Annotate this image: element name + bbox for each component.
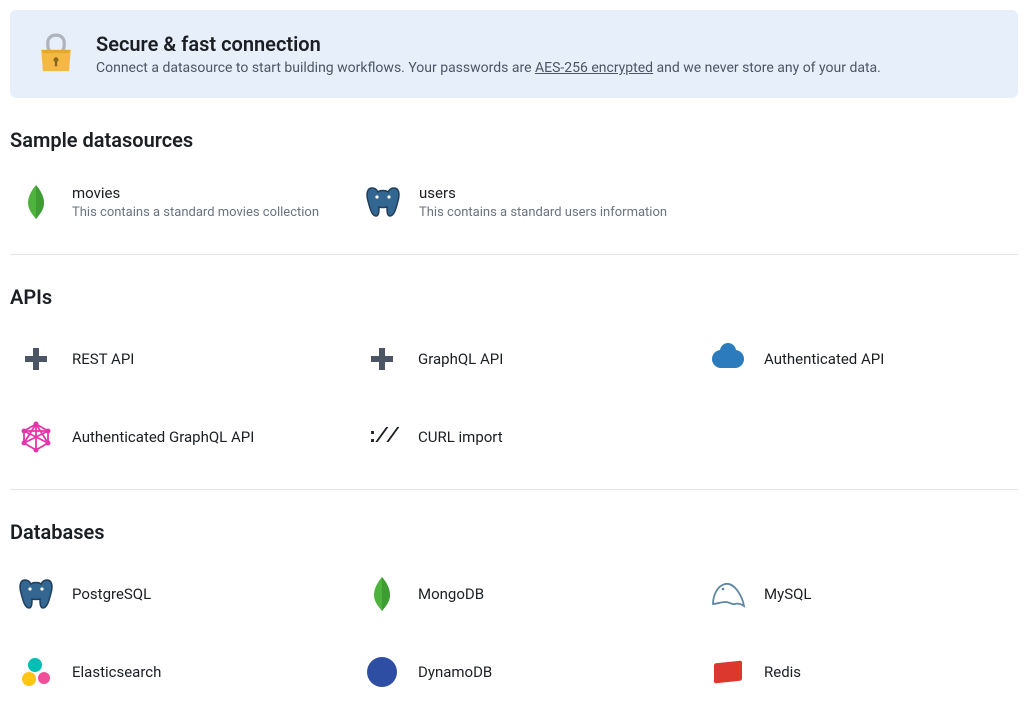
api-title: REST API <box>72 350 318 368</box>
db-title: PostgreSQL <box>72 585 318 603</box>
dynamodb-icon <box>364 654 400 690</box>
api-title: Authenticated API <box>764 350 1010 368</box>
cloud-icon <box>710 341 746 377</box>
db-postgresql[interactable]: PostgreSQL <box>10 560 326 628</box>
sample-datasources-grid: movies This contains a standard movies c… <box>10 168 1018 236</box>
db-dynamodb[interactable]: DynamoDB <box>356 638 672 706</box>
api-authenticated-graphql[interactable]: Authenticated GraphQL API <box>10 403 326 471</box>
datasource-title: users <box>419 184 667 202</box>
plus-icon <box>364 341 400 377</box>
mongodb-icon <box>364 576 400 612</box>
db-redis[interactable]: Redis <box>702 638 1018 706</box>
api-authenticated[interactable]: Authenticated API <box>702 325 1018 393</box>
datasource-subtitle: This contains a standard users informati… <box>419 205 667 220</box>
api-title: CURL import <box>418 428 664 446</box>
banner-text: Secure & fast connection Connect a datas… <box>96 32 990 76</box>
plus-icon <box>18 341 54 377</box>
api-title: GraphQL API <box>418 350 664 368</box>
encryption-link[interactable]: AES-256 encrypted <box>535 60 653 76</box>
postgresql-icon <box>18 576 54 612</box>
redis-icon <box>710 654 746 690</box>
section-title-databases: Databases <box>10 520 1018 544</box>
api-curl-import[interactable]: :// CURL import <box>356 403 672 471</box>
lock-icon <box>38 36 74 72</box>
mongodb-icon <box>18 184 54 220</box>
datasource-movies[interactable]: movies This contains a standard movies c… <box>10 168 327 236</box>
banner-description: Connect a datasource to start building w… <box>96 60 990 76</box>
divider <box>10 254 1018 255</box>
api-graphql[interactable]: GraphQL API <box>356 325 672 393</box>
section-title-apis: APIs <box>10 285 1018 309</box>
postgresql-icon <box>365 184 401 220</box>
db-title: Redis <box>764 663 1010 681</box>
db-title: Elasticsearch <box>72 663 318 681</box>
db-mongodb[interactable]: MongoDB <box>356 560 672 628</box>
security-banner: Secure & fast connection Connect a datas… <box>10 10 1018 98</box>
api-rest[interactable]: REST API <box>10 325 326 393</box>
section-title-samples: Sample datasources <box>10 128 1018 152</box>
mysql-icon <box>710 576 746 612</box>
elasticsearch-icon <box>18 654 54 690</box>
api-title: Authenticated GraphQL API <box>72 428 318 446</box>
datasource-users[interactable]: users This contains a standard users inf… <box>357 168 675 236</box>
datasource-title: movies <box>72 184 319 202</box>
divider <box>10 489 1018 490</box>
db-title: DynamoDB <box>418 663 664 681</box>
datasource-subtitle: This contains a standard movies collecti… <box>72 205 319 220</box>
db-mysql[interactable]: MySQL <box>702 560 1018 628</box>
db-title: MongoDB <box>418 585 664 603</box>
db-elasticsearch[interactable]: Elasticsearch <box>10 638 326 706</box>
curl-icon: :// <box>364 419 400 455</box>
graphql-icon <box>18 419 54 455</box>
db-title: MySQL <box>764 585 1010 603</box>
banner-title: Secure & fast connection <box>96 32 990 56</box>
apis-grid: REST API GraphQL API Authenticated API A… <box>10 325 1018 471</box>
databases-grid: PostgreSQL MongoDB MySQL Elasticsearch D… <box>10 560 1018 706</box>
